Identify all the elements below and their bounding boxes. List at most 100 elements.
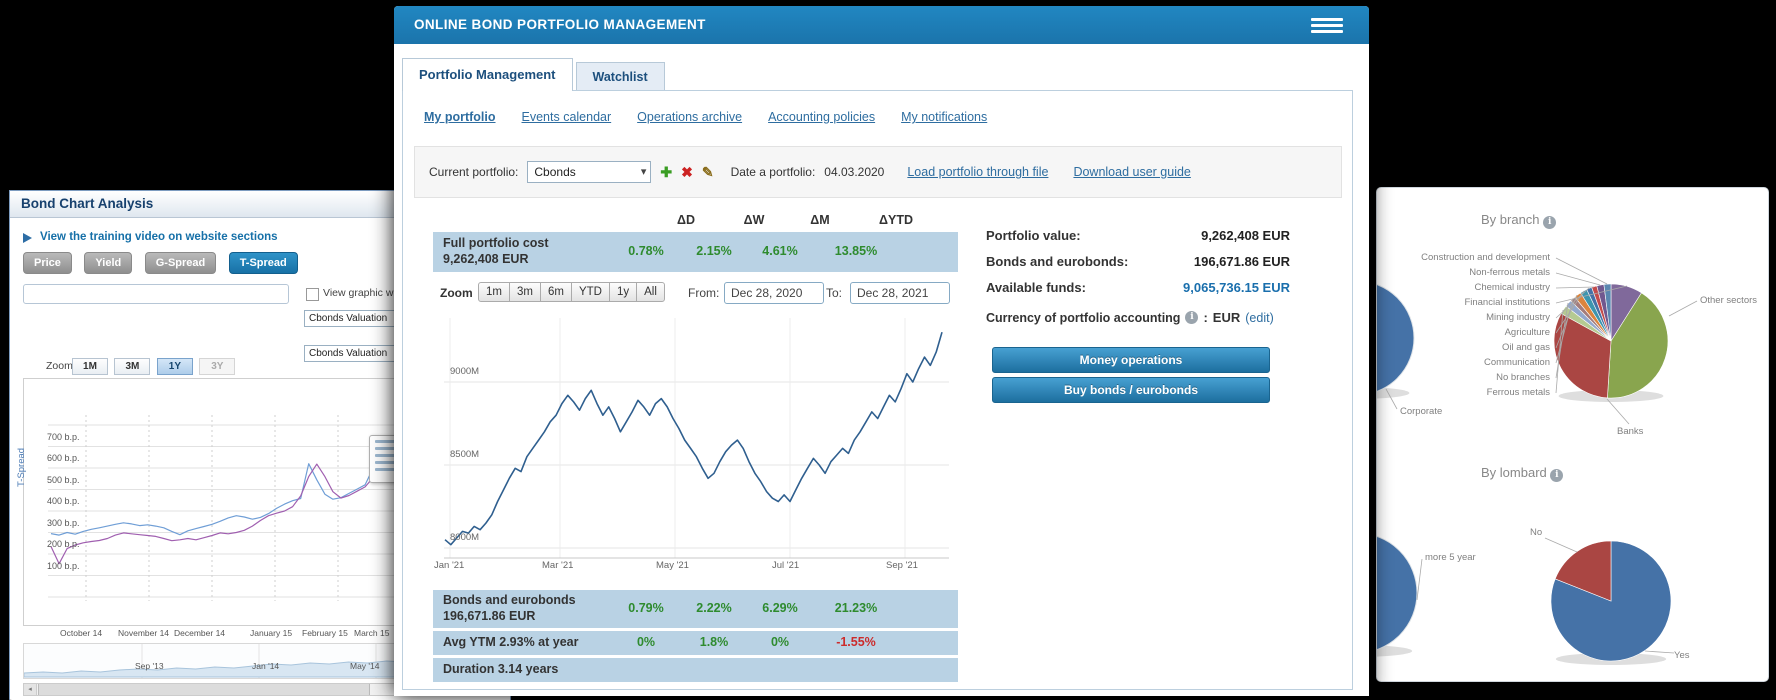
download-guide-link[interactable]: Download user guide xyxy=(1073,165,1190,179)
to-date-input[interactable] xyxy=(850,282,950,304)
load-portfolio-link[interactable]: Load portfolio through file xyxy=(907,165,1048,179)
nav-my-notifications[interactable]: My notifications xyxy=(901,110,987,124)
y-axis-tick: 300 b.p. xyxy=(47,518,80,528)
portfolio-value-amount: 9,262,408 EUR xyxy=(1090,228,1290,243)
tab-watchlist[interactable]: Watchlist xyxy=(576,62,665,91)
tab-g-spread[interactable]: G-Spread xyxy=(145,252,217,274)
x-axis-tick: Sep '21 xyxy=(886,560,918,571)
pie-label-other-sectors: Other sectors xyxy=(1700,295,1757,306)
pie-label-banks: Banks xyxy=(1617,426,1643,437)
by-branch-pie[interactable] xyxy=(1554,284,1668,402)
y-axis-tick: 8500M xyxy=(450,449,479,460)
current-portfolio-label: Current portfolio: xyxy=(429,165,518,179)
scrollbar-thumb[interactable] xyxy=(38,684,370,695)
portfolio-value-series xyxy=(445,332,942,545)
x-axis-tick: March 15 xyxy=(354,628,389,638)
pie-label-chemical: Chemical industry xyxy=(1475,282,1551,293)
scrollbar-left-arrow[interactable]: ◂ xyxy=(24,684,37,695)
x-axis-tick: January 15 xyxy=(250,628,292,638)
zoom-label: Zoom xyxy=(46,360,73,372)
buy-bonds-button[interactable]: Buy bonds / eurobonds xyxy=(992,377,1270,403)
y-axis-title: T-Spread xyxy=(16,448,27,487)
pie-label-no: No xyxy=(1530,527,1542,538)
nav-my-portfolio[interactable]: My portfolio xyxy=(424,110,496,124)
view-graphic-label: View graphic with xyxy=(323,287,403,299)
delta-ytd-header: ΔYTD xyxy=(856,213,936,227)
portfolio-structure-panel: By branch i By lombard i xyxy=(1376,187,1769,682)
menu-icon[interactable] xyxy=(1311,18,1343,33)
delta-value: 0% xyxy=(738,635,822,649)
portfolio-toolbar: Current portfolio: Cbonds ✚ ✖ ✎ Date a p… xyxy=(414,146,1342,198)
pie-label-oil-gas: Oil and gas xyxy=(1502,342,1550,353)
y-axis-tick: 400 b.p. xyxy=(47,496,80,506)
y-axis-tick: 700 b.p. xyxy=(47,432,80,442)
x-axis-tick: Jan '21 xyxy=(434,560,464,571)
main-tabs: Portfolio Management Watchlist xyxy=(402,58,665,91)
zoom-1m-button[interactable]: 1m xyxy=(478,282,510,302)
row-title: Full portfolio cost xyxy=(443,236,549,250)
pie-label-more-5-year: more 5 year xyxy=(1425,552,1476,563)
tab-t-spread[interactable]: T-Spread xyxy=(229,252,298,274)
screen: Bond Chart Analysis View the training vi… xyxy=(0,0,1776,700)
delta-value: -1.55% xyxy=(814,635,898,649)
zoom-1y-button[interactable]: 1Y xyxy=(157,358,193,375)
view-graphic-checkbox[interactable] xyxy=(306,288,319,301)
nav-operations-archive[interactable]: Operations archive xyxy=(637,110,742,124)
edit-portfolio-icon[interactable]: ✎ xyxy=(702,164,714,181)
portfolio-chart-svg xyxy=(434,308,954,570)
corporate-pie[interactable] xyxy=(1377,281,1414,399)
x-axis-tick: December 14 xyxy=(174,628,225,638)
maturity-pie[interactable] xyxy=(1377,533,1417,657)
delta-m-header: ΔM xyxy=(780,213,860,227)
tab-price[interactable]: Price xyxy=(23,252,72,274)
x-axis-tick: Jul '21 xyxy=(772,560,799,571)
bond-search-input[interactable] xyxy=(23,284,289,304)
pie-label-mining: Mining industry xyxy=(1486,312,1550,323)
training-video-link[interactable]: View the training video on website secti… xyxy=(40,231,278,243)
bonds-eurobonds-row: Bonds and eurobonds 196,671.86 EUR 0.79%… xyxy=(433,590,958,628)
row-title: Avg YTM 2.93% at year xyxy=(443,635,578,649)
delta-value: 21.23% xyxy=(814,601,898,615)
pie-label-corporate: Corporate xyxy=(1400,406,1442,417)
add-portfolio-icon[interactable]: ✚ xyxy=(660,164,672,181)
zoom-3y-button[interactable]: 3Y xyxy=(199,358,235,375)
nav-accounting-policies[interactable]: Accounting policies xyxy=(768,110,875,124)
zoom-1m-button[interactable]: 1M xyxy=(72,358,108,375)
money-operations-button[interactable]: Money operations xyxy=(992,347,1270,373)
y-axis-tick: 500 b.p. xyxy=(47,475,80,485)
tab-portfolio-management[interactable]: Portfolio Management xyxy=(402,58,573,91)
row-title: Duration 3.14 years xyxy=(443,662,558,676)
portfolio-select[interactable]: Cbonds xyxy=(527,161,651,183)
zoom-range-buttons: 1M 3M 1Y 3Y xyxy=(72,356,237,375)
delete-portfolio-icon[interactable]: ✖ xyxy=(681,164,693,181)
pie-label-no-branches: No branches xyxy=(1496,372,1550,383)
delta-value: 6.29% xyxy=(738,601,822,615)
zoom-3m-button[interactable]: 3M xyxy=(114,358,150,375)
pie-label-agriculture: Agriculture xyxy=(1505,327,1550,338)
portfolio-value-chart: 9000M 8500M 8000M Jan '21 Mar '21 May '2… xyxy=(434,308,954,570)
tab-yield[interactable]: Yield xyxy=(84,252,132,274)
pie-label-financial: Financial institutions xyxy=(1464,297,1550,308)
nav-events-calendar[interactable]: Events calendar xyxy=(522,110,612,124)
chart-type-tabs: Price Yield G-Spread T-Spread xyxy=(23,252,298,274)
currency-label: Currency of portfolio accounting xyxy=(986,311,1180,325)
zoom-all-button[interactable]: All xyxy=(636,282,665,302)
zoom-1y-button[interactable]: 1y xyxy=(609,282,637,302)
zoom-3m-button[interactable]: 3m xyxy=(509,282,541,302)
currency-edit-link[interactable]: (edit) xyxy=(1245,311,1273,325)
full-portfolio-cost-row: Full portfolio cost 9,262,408 EUR 0.78% … xyxy=(433,232,958,272)
x-axis-tick: November 14 xyxy=(118,628,169,638)
navigator-tick: May '14 xyxy=(350,661,380,671)
avg-ytm-row: Avg YTM 2.93% at year 0% 1.8% 0% -1.55% xyxy=(433,631,958,655)
zoom-6m-button[interactable]: 6m xyxy=(540,282,572,302)
zoom-ytd-button[interactable]: YTD xyxy=(571,282,610,302)
by-lombard-pie[interactable] xyxy=(1551,541,1671,665)
navigator-tick: Jan '14 xyxy=(252,661,279,671)
y-axis-tick: 8000M xyxy=(450,532,479,543)
from-date-input[interactable] xyxy=(724,282,824,304)
portfolio-nav: My portfolio Events calendar Operations … xyxy=(424,110,987,124)
available-funds-label: Available funds: xyxy=(986,280,1086,295)
pie-label-communication: Communication xyxy=(1484,357,1550,368)
info-icon[interactable]: i xyxy=(1185,311,1198,324)
portfolio-date-label: Date a portfolio: xyxy=(731,165,816,179)
